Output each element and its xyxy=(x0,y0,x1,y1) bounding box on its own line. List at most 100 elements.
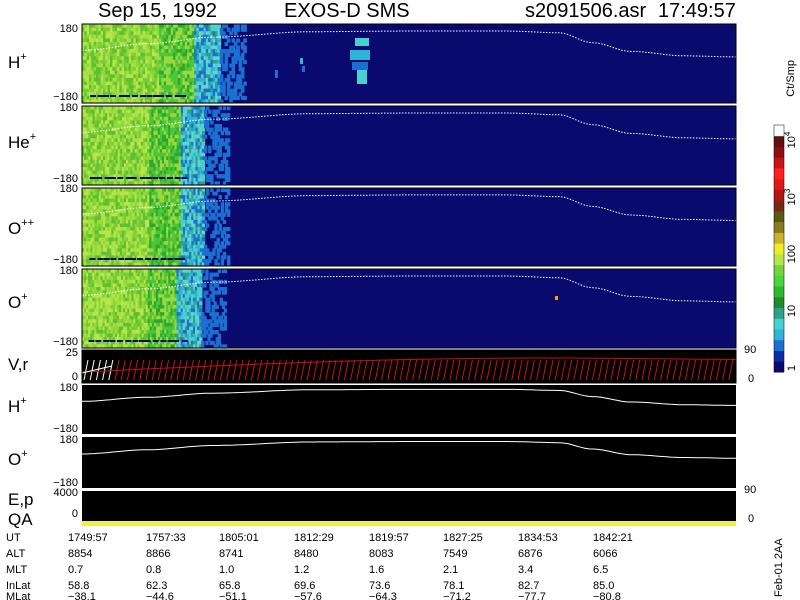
spectrogram-cell xyxy=(201,159,206,165)
spectrogram-cell xyxy=(302,66,305,72)
spectrogram-cell xyxy=(210,127,214,132)
spectrogram-cell xyxy=(218,152,222,157)
spectrogram-cell xyxy=(201,138,206,143)
spectrogram-cell xyxy=(201,234,206,239)
spectrogram-cell xyxy=(203,195,208,200)
spectrogram-cell xyxy=(203,145,208,150)
spectrogram-cell xyxy=(240,88,245,93)
spectrogram-cell xyxy=(180,95,187,97)
spectrogram-cell xyxy=(214,113,218,118)
spectrogram-cell xyxy=(227,177,231,182)
spectrogram-cell xyxy=(222,156,227,161)
spectrogram-cell xyxy=(240,67,245,72)
spectrogram-cell xyxy=(243,59,247,65)
spectrogram-cell xyxy=(224,63,229,68)
spectrogram-cell xyxy=(214,209,218,214)
spectrogram-cell xyxy=(227,202,231,207)
spectrogram-cell xyxy=(220,202,225,207)
spectrogram-cell xyxy=(97,258,104,260)
spectrogram-cell xyxy=(201,202,206,207)
spectrogram-cell xyxy=(158,95,165,97)
spectrogram-cell xyxy=(179,258,186,260)
spectrogram-cell xyxy=(227,227,231,232)
spectrogram-cell xyxy=(214,141,218,147)
spectrogram-cell xyxy=(243,81,247,86)
spectrogram-cell xyxy=(224,195,229,200)
spectrogram-cell xyxy=(240,70,245,75)
spectrogram-cell xyxy=(110,258,117,260)
spectrogram-cell xyxy=(214,156,218,161)
spectrogram-cell xyxy=(227,131,231,136)
spectrogram-cell xyxy=(160,258,167,260)
spectrogram-cell xyxy=(226,77,231,83)
spectrogram-cell xyxy=(222,106,227,111)
spectrogram-cell xyxy=(224,59,229,65)
spectrogram-cell xyxy=(227,174,231,179)
spectrogram-cell xyxy=(218,248,222,253)
spectrogram-cell xyxy=(217,63,222,68)
spectrogram-cell xyxy=(227,209,231,214)
spectrogram-cell xyxy=(227,255,231,260)
spectrogram-cell xyxy=(139,177,146,179)
spectrogram-cell xyxy=(224,141,229,147)
spectrogram-cell xyxy=(224,24,229,29)
spectrogram-cell xyxy=(224,237,229,242)
spectrogram-cell xyxy=(208,109,212,114)
spectrogram-cell xyxy=(229,31,233,36)
spectrogram-cell xyxy=(236,95,240,100)
spectrogram-cell xyxy=(216,230,220,235)
spectrogram-cell xyxy=(218,145,222,150)
spectrogram-cell xyxy=(214,216,218,221)
spectrogram-cell xyxy=(227,167,231,172)
spectrogram-cell xyxy=(227,258,231,263)
spectrogram-cell xyxy=(206,205,210,210)
spectrogram-cell xyxy=(219,56,224,61)
spectrogram-cell xyxy=(243,95,247,100)
spectrogram-cell xyxy=(140,95,146,97)
spectrogram-cell xyxy=(201,177,206,182)
spectrogram-cell xyxy=(219,27,224,32)
spectrogram-cell xyxy=(236,49,240,54)
spectrogram-cell xyxy=(102,95,109,97)
spectrogram-cell xyxy=(227,234,231,239)
spectrogram-cell xyxy=(243,49,247,54)
spectrogram-cell xyxy=(240,74,245,79)
spectrogram-cell xyxy=(214,258,218,263)
spectrogram-cell xyxy=(201,216,206,221)
spectrogram-cell xyxy=(201,198,206,203)
spectrogram-cell xyxy=(166,177,173,179)
spectrogram-cell xyxy=(216,255,220,260)
spectrogram-cell xyxy=(231,63,236,68)
spectrogram-cell xyxy=(206,248,210,253)
spectrogram-cell xyxy=(208,159,212,165)
spectrogram-cell xyxy=(216,188,220,193)
spectrogram-cell xyxy=(203,227,208,232)
spectrogram-cell xyxy=(224,42,229,47)
spectrogram-cell xyxy=(208,131,212,136)
spectrogram-cell xyxy=(216,219,220,224)
spectrogram-cell xyxy=(201,131,206,136)
spectrogram-cell xyxy=(137,258,143,260)
spectrogram-cell xyxy=(216,241,220,246)
spectrogram-cell xyxy=(159,177,166,179)
spectrogram-cell xyxy=(231,70,236,75)
spectrogram-cell xyxy=(355,38,369,46)
spectrogram-cell xyxy=(222,219,227,224)
spectrogram-cell xyxy=(224,67,229,72)
spectrogram-cell xyxy=(201,188,206,193)
spectrogram-cell xyxy=(167,258,174,260)
spectrogram-cell xyxy=(236,24,240,29)
spectrogram-cell xyxy=(231,38,236,43)
spectrogram-cell xyxy=(131,95,138,97)
spectrogram-cell xyxy=(222,85,226,90)
spectrogram-cell xyxy=(203,149,208,154)
spectrogram-cell xyxy=(214,131,218,136)
spectrogram-cell xyxy=(227,145,231,150)
spectrogram-cell xyxy=(201,241,206,246)
spectrogram-cell xyxy=(203,134,208,139)
spectrogram-cell xyxy=(103,258,110,260)
spectrogram-cell xyxy=(130,177,137,179)
spectrogram-cell xyxy=(219,74,224,79)
spectrogram-cell xyxy=(109,177,116,179)
spectrogram-cell xyxy=(206,212,210,217)
